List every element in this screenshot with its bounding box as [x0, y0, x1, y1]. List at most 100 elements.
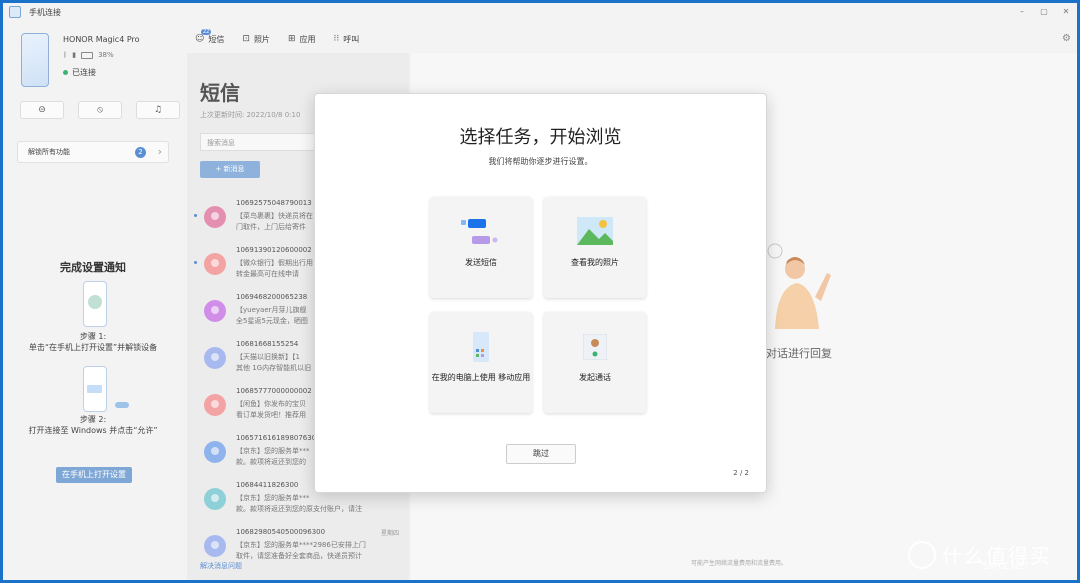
avatar — [204, 206, 226, 228]
sender-number: 10685777000000002 — [236, 387, 312, 395]
message-icon: ☺ — [195, 34, 205, 44]
battery-level: 38% — [98, 51, 114, 59]
message-preview-line1: 【天猫以旧换新】【1 — [236, 353, 300, 361]
message-preview-line2: 款。款项将返还到您的 — [236, 458, 306, 466]
page-indicator: 2 / 2 — [733, 469, 749, 477]
tab-photos[interactable]: ⊡ 照片 — [242, 34, 270, 45]
message-preview-line1: 【闲鱼】你发布的宝贝 — [236, 400, 306, 408]
data-usage-note: 可能产生网络流量费用和流量费用。 — [691, 560, 788, 567]
phone-apps-icon — [473, 332, 489, 362]
settings-gear-icon[interactable]: ⚙ — [1062, 33, 1071, 44]
avatar — [204, 394, 226, 416]
dialog-icon — [87, 385, 102, 393]
minimize-button[interactable]: – — [1011, 3, 1033, 21]
watermark: 什么值得买 SMYZ.NET — [908, 540, 1052, 572]
tab-label: 应用 — [299, 34, 316, 44]
connection-status: 已连接 — [63, 67, 96, 78]
avatar — [204, 300, 226, 322]
view-photos-card[interactable]: 查看我的照片 — [544, 197, 646, 298]
sender-number: 10692575048790013 — [236, 199, 312, 207]
title-bar: 手机连接 – ▢ ✕ — [3, 3, 1077, 21]
window-controls: – ▢ ✕ — [1011, 3, 1077, 21]
signal-icon: ▮ — [72, 51, 77, 59]
photo-icon: ⊡ — [242, 34, 250, 44]
avatar — [204, 535, 226, 557]
use-apps-label: 在我的电脑上使用 移动应用 — [431, 373, 531, 382]
tab-label: 短信 — [208, 34, 225, 44]
skip-button[interactable]: 跳过 — [506, 444, 576, 464]
message-preview-line2: 款。款项将返还到您的原支付账户，请注 — [236, 505, 362, 513]
sender-number: 10682980540500096300 — [236, 528, 326, 536]
sender-number: 10657161618980763001 — [236, 434, 326, 442]
task-selection-dialog: 选择任务，开始浏览 我们将帮助你逐步进行设置。 发送短信 查看我的照片 在我的电… — [314, 93, 767, 493]
step2-phone-illustration — [83, 366, 107, 412]
sender-number: 10684411826300 — [236, 481, 299, 489]
sender-number: 1069468200065238 — [236, 293, 308, 301]
chevron-right-icon: › — [157, 145, 162, 158]
connected-dot-icon — [63, 70, 68, 75]
message-preview-line2: 取件，请您准备好全套商品，快递员预计 — [236, 552, 362, 560]
conversation-hint: 对话进行回复 — [766, 347, 832, 360]
watermark-sub: SMYZ.NET — [983, 562, 1029, 572]
open-settings-button[interactable]: 在手机上打开设置 — [56, 467, 132, 483]
avatar — [204, 488, 226, 510]
battery-icon — [81, 51, 94, 59]
tab-calls[interactable]: ⁝⁝ 呼叫 — [333, 34, 359, 45]
message-date: 星期四 — [380, 530, 399, 537]
device-status-icons: ᛒ ▮ 38% — [63, 51, 114, 59]
unlock-features-button[interactable]: 解锁所有功能 2 › — [17, 141, 169, 163]
view-photos-label: 查看我的照片 — [571, 258, 619, 267]
message-count-badge: 22 — [201, 28, 212, 35]
use-apps-card[interactable]: 在我的电脑上使用 移动应用 — [430, 312, 532, 413]
send-sms-card[interactable]: 发送短信 — [430, 197, 532, 298]
make-call-label: 发起通话 — [579, 373, 611, 382]
phone-image — [21, 33, 49, 87]
dnd-button[interactable]: ⊝ — [20, 101, 64, 119]
toggle-icon — [115, 402, 129, 408]
step1-phone-illustration — [83, 281, 107, 327]
app-icon — [9, 6, 21, 18]
device-sidebar: HONOR Magic4 Pro ᛒ ▮ 38% 已连接 ⊝ ⦸ ♫ 解锁所有功… — [3, 21, 183, 580]
send-sms-label: 发送短信 — [465, 258, 497, 267]
unread-dot-icon — [194, 214, 197, 217]
message-preview-line1: 【菜鸟裹裹】快递员将在 — [236, 212, 313, 220]
avatar — [204, 441, 226, 463]
unlock-badge: 2 — [135, 147, 146, 158]
message-preview-line2: 其他 1G内存智能机以旧 — [236, 364, 312, 372]
step1-text: 单击“在手机上打开设置”并解锁设备 — [28, 343, 158, 352]
dialog-title: 选择任务，开始浏览 — [459, 127, 622, 148]
close-button[interactable]: ✕ — [1055, 3, 1077, 21]
message-preview-line2: 门取件，上门后给寄件 — [236, 223, 306, 231]
avatar — [204, 347, 226, 369]
tab-label: 照片 — [253, 34, 270, 44]
dialpad-icon: ⁝⁝ — [333, 34, 340, 44]
message-preview-line2: 看订单发货吧！推荐用 — [236, 411, 306, 419]
step2-text: 打开连接至 Windows 并点击“允许” — [28, 426, 158, 435]
message-preview-line1: 【京东】您的服务单****2986已安排上门 — [236, 541, 366, 549]
sender-number: 10681668155254 — [236, 340, 299, 348]
message-preview-line2: 转金最高可在线申请 — [236, 270, 299, 278]
mute-button[interactable]: ⦸ — [78, 101, 122, 119]
troubleshoot-link[interactable]: 解决消息问题 — [200, 561, 242, 571]
setup-title: 完成设置通知 — [60, 261, 126, 274]
bluetooth-icon: ᛒ — [63, 51, 68, 59]
chat-bubbles-icon — [461, 219, 498, 244]
connection-label: 已连接 — [72, 68, 96, 77]
audio-button[interactable]: ♫ — [136, 101, 180, 119]
setup-mark-icon — [88, 295, 102, 309]
maximize-button[interactable]: ▢ — [1033, 3, 1055, 21]
tab-label: 呼叫 — [343, 34, 360, 44]
apps-icon: ⊞ — [287, 34, 296, 44]
photo-landscape-icon — [577, 217, 613, 245]
avatar — [204, 253, 226, 275]
tab-messages[interactable]: ☺ 22 短信 — [195, 28, 225, 45]
message-preview-line2: 全5星返5元现金，晒图 — [236, 317, 308, 325]
new-message-button[interactable]: + 新消息 — [200, 161, 260, 178]
device-name: HONOR Magic4 Pro — [63, 35, 140, 44]
make-call-card[interactable]: 发起通话 — [544, 312, 646, 413]
tab-apps[interactable]: ⊞ 应用 — [288, 34, 316, 45]
last-updated: 上次更新时间: 2022/10/8 0:10 — [200, 111, 301, 119]
call-contact-icon — [583, 334, 607, 360]
message-preview-line1: 【yueyaer月芽儿旗舰 — [236, 306, 307, 314]
message-preview-line1: 【微众银行】假期出行用 — [236, 259, 313, 267]
